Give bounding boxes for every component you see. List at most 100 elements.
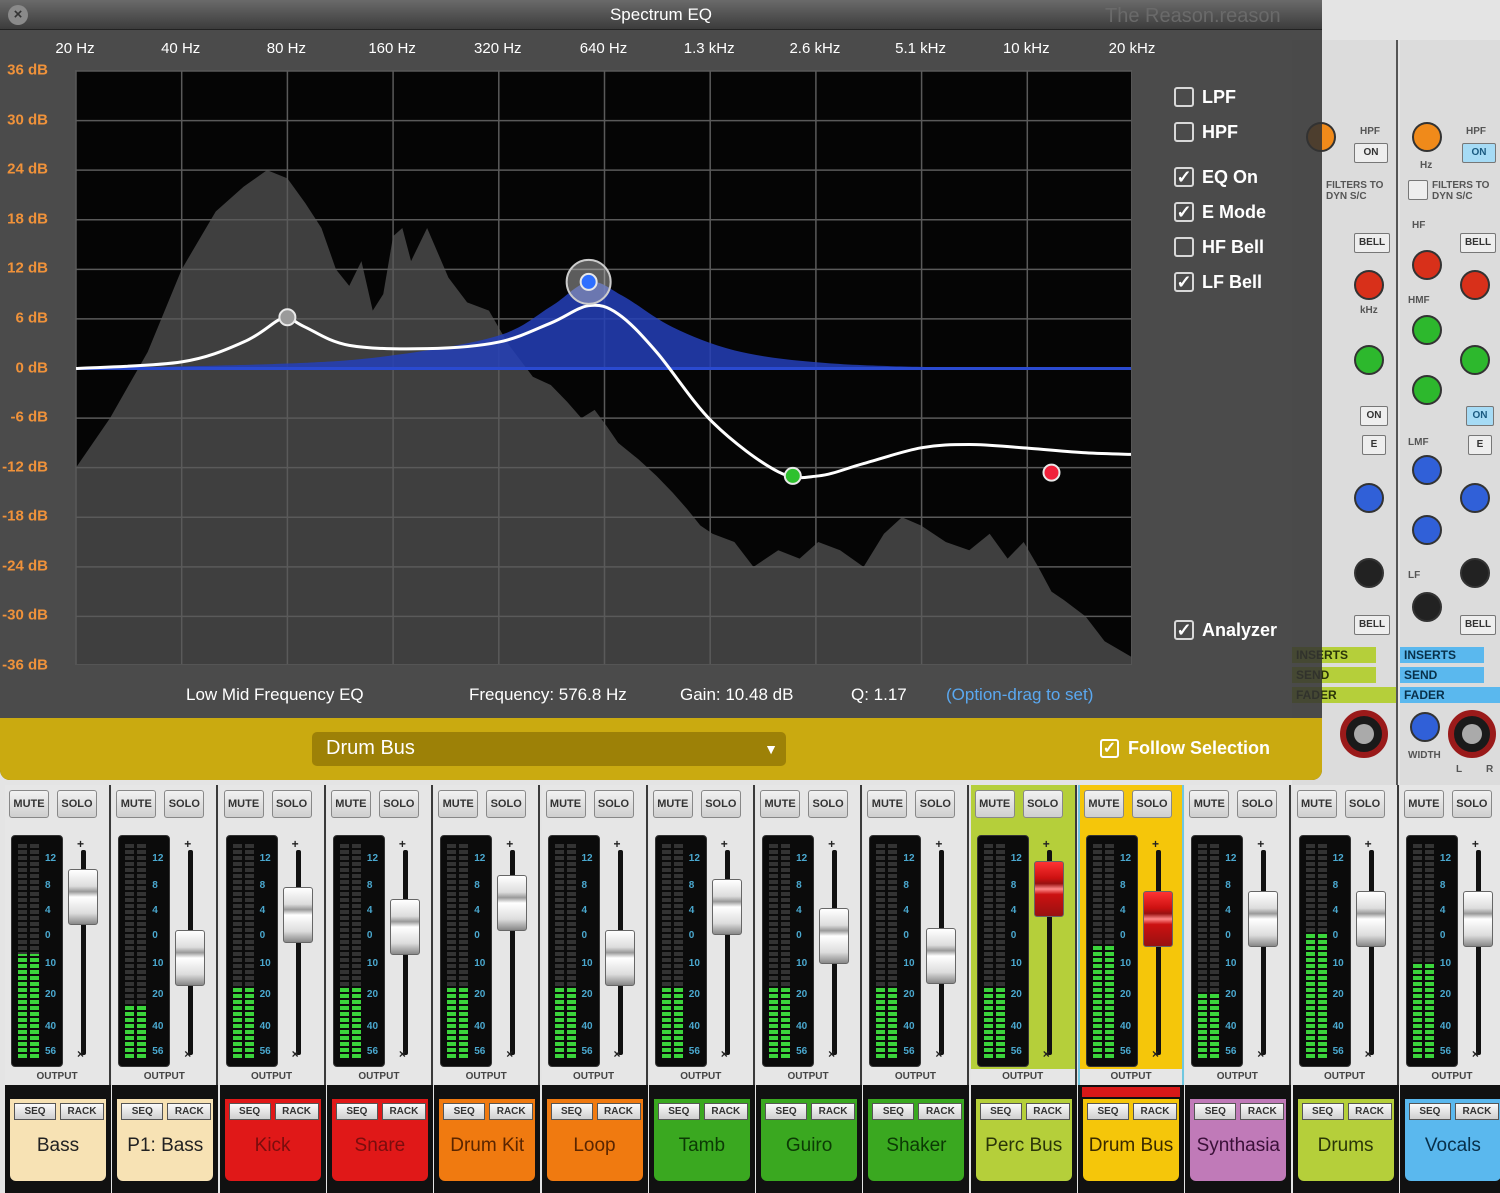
lmf-freq-knob[interactable] bbox=[1460, 483, 1490, 513]
title-bar[interactable]: × Spectrum EQ The Reason.reason bbox=[0, 0, 1322, 30]
chevron-down-icon[interactable]: ▼ bbox=[764, 741, 778, 757]
eq-on-checkbox[interactable]: ✓ EQ On bbox=[1174, 166, 1258, 188]
checkbox-box[interactable]: ✓ bbox=[1174, 202, 1194, 222]
channel-label-card[interactable]: SEQ RACK Drum Kit bbox=[439, 1099, 536, 1181]
hf-freq-knob[interactable] bbox=[1460, 270, 1490, 300]
solo-button[interactable]: SOLO bbox=[378, 790, 419, 818]
seq-button[interactable]: SEQ bbox=[979, 1103, 1022, 1120]
fader-handle[interactable] bbox=[282, 887, 313, 944]
checkbox-box[interactable]: ✓ bbox=[1174, 620, 1194, 640]
lmf-e-button[interactable]: E bbox=[1468, 435, 1492, 455]
fader-handle[interactable] bbox=[1462, 891, 1493, 948]
hf-bell-checkbox[interactable]: HF Bell bbox=[1174, 236, 1264, 258]
mute-button[interactable]: MUTE bbox=[116, 790, 157, 818]
mute-button[interactable]: MUTE bbox=[9, 790, 49, 818]
analyzer-checkbox[interactable]: ✓ Analyzer bbox=[1174, 619, 1277, 641]
hpf-on-button[interactable]: ON bbox=[1354, 143, 1388, 163]
lf-bell-button[interactable]: BELL bbox=[1460, 615, 1496, 635]
solo-button[interactable]: SOLO bbox=[57, 790, 97, 818]
lf-bell-checkbox[interactable]: ✓ LF Bell bbox=[1174, 271, 1262, 293]
solo-button[interactable]: SOLO bbox=[808, 790, 849, 818]
rack-button[interactable]: RACK bbox=[1240, 1103, 1285, 1120]
solo-button[interactable]: SOLO bbox=[271, 790, 312, 818]
hpf-freq-knob[interactable] bbox=[1412, 122, 1442, 152]
eq-node-low-mid[interactable] bbox=[579, 272, 598, 291]
fader-handle[interactable] bbox=[926, 928, 957, 985]
solo-button[interactable]: SOLO bbox=[700, 790, 741, 818]
channel-label-card[interactable]: SEQ RACK Snare bbox=[331, 1099, 428, 1181]
eq-graph-svg[interactable] bbox=[76, 71, 1132, 665]
channel-select[interactable]: Drum Bus ▼ bbox=[312, 732, 786, 766]
fader-handle[interactable] bbox=[819, 907, 850, 964]
rack-button[interactable]: RACK bbox=[274, 1103, 319, 1120]
hmf-freq-knob[interactable] bbox=[1460, 345, 1490, 375]
width-knob[interactable] bbox=[1410, 712, 1440, 742]
seq-button[interactable]: SEQ bbox=[1087, 1103, 1129, 1120]
fader-handle[interactable] bbox=[68, 868, 98, 925]
fader-track[interactable] bbox=[295, 850, 301, 1055]
fader-handle[interactable] bbox=[389, 899, 420, 956]
hmf-on-button[interactable]: ON bbox=[1466, 406, 1494, 426]
rack-button[interactable]: RACK bbox=[811, 1103, 856, 1120]
send-button[interactable]: SEND bbox=[1400, 667, 1484, 683]
hmf-q-knob[interactable] bbox=[1412, 375, 1442, 405]
channel-label-card[interactable]: SEQ RACK Tamb bbox=[653, 1099, 750, 1181]
e-mode-checkbox[interactable]: ✓ E Mode bbox=[1174, 201, 1266, 223]
solo-button[interactable]: SOLO bbox=[593, 790, 634, 818]
channel-label-card[interactable]: SEQ RACK Vocals bbox=[1404, 1099, 1500, 1181]
lmf-freq-knob[interactable] bbox=[1354, 483, 1384, 513]
lf-bell-button[interactable]: BELL bbox=[1354, 615, 1390, 635]
seq-button[interactable]: SEQ bbox=[872, 1103, 915, 1120]
fader-track[interactable] bbox=[1475, 850, 1481, 1055]
lmf-q-knob[interactable] bbox=[1412, 515, 1442, 545]
channel-label-card[interactable]: SEQ RACK P1: Bass bbox=[117, 1099, 214, 1181]
seq-button[interactable]: SEQ bbox=[657, 1103, 700, 1120]
eq-node-high-mid[interactable] bbox=[783, 466, 802, 485]
fader-handle[interactable] bbox=[1143, 891, 1173, 948]
rack-button[interactable]: RACK bbox=[60, 1103, 104, 1120]
fader-track[interactable] bbox=[1368, 850, 1374, 1055]
pan-knob[interactable] bbox=[1448, 710, 1496, 758]
mute-button[interactable]: MUTE bbox=[1296, 790, 1337, 818]
mute-button[interactable]: MUTE bbox=[438, 790, 479, 818]
lpf-checkbox[interactable]: LPF bbox=[1174, 86, 1236, 108]
mute-button[interactable]: MUTE bbox=[867, 790, 908, 818]
hmf-on-button[interactable]: ON bbox=[1360, 406, 1388, 426]
solo-button[interactable]: SOLO bbox=[915, 790, 956, 818]
seq-button[interactable]: SEQ bbox=[121, 1103, 164, 1120]
solo-button[interactable]: SOLO bbox=[1237, 790, 1278, 818]
seq-button[interactable]: SEQ bbox=[765, 1103, 808, 1120]
fader-track[interactable] bbox=[1156, 850, 1161, 1055]
mute-button[interactable]: MUTE bbox=[223, 790, 264, 818]
rack-button[interactable]: RACK bbox=[1347, 1103, 1392, 1120]
lf-freq-knob[interactable] bbox=[1354, 558, 1384, 588]
seq-button[interactable]: SEQ bbox=[1301, 1103, 1344, 1120]
seq-button[interactable]: SEQ bbox=[335, 1103, 378, 1120]
checkbox-box[interactable] bbox=[1174, 122, 1194, 142]
follow-selection-checkbox[interactable]: ✓ Follow Selection bbox=[1100, 738, 1270, 759]
fader-handle[interactable] bbox=[1248, 891, 1279, 948]
mute-button[interactable]: MUTE bbox=[330, 790, 371, 818]
rack-button[interactable]: RACK bbox=[1025, 1103, 1070, 1120]
channel-label-card[interactable]: SEQ RACK Bass bbox=[10, 1099, 106, 1181]
hmf-gain-knob[interactable] bbox=[1412, 315, 1442, 345]
solo-button[interactable]: SOLO bbox=[1451, 790, 1492, 818]
filters-to-dyn-sc-checkbox[interactable] bbox=[1408, 180, 1428, 200]
channel-label-card[interactable]: SEQ RACK Perc Bus bbox=[975, 1099, 1072, 1181]
seq-button[interactable]: SEQ bbox=[1408, 1103, 1451, 1120]
fader-handle[interactable] bbox=[497, 874, 528, 931]
rack-button[interactable]: RACK bbox=[918, 1103, 963, 1120]
channel-label-card[interactable]: SEQ RACK Synthasia bbox=[1190, 1099, 1287, 1181]
seq-button[interactable]: SEQ bbox=[443, 1103, 486, 1120]
rack-button[interactable]: RACK bbox=[381, 1103, 426, 1120]
mute-button[interactable]: MUTE bbox=[1189, 790, 1230, 818]
channel-label-card[interactable]: SEQ RACK Drums bbox=[1297, 1099, 1394, 1181]
solo-button[interactable]: SOLO bbox=[164, 790, 205, 818]
solo-button[interactable]: SOLO bbox=[486, 790, 527, 818]
channel-label-card[interactable]: SEQ RACK Loop bbox=[546, 1099, 643, 1181]
seq-button[interactable]: SEQ bbox=[1194, 1103, 1237, 1120]
lf-gain-knob[interactable] bbox=[1412, 592, 1442, 622]
mute-button[interactable]: MUTE bbox=[652, 790, 693, 818]
fader-handle[interactable] bbox=[1033, 860, 1064, 917]
channel-label-card[interactable]: SEQ RACK Drum Bus bbox=[1083, 1099, 1179, 1181]
